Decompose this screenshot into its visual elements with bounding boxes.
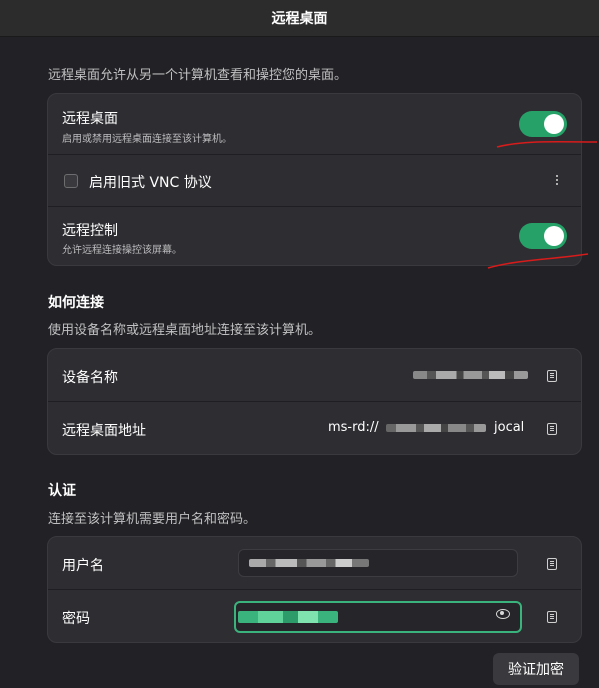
copy-icon[interactable] <box>547 370 557 382</box>
remote-desktop-card: 远程桌面 启用或禁用远程桌面连接至该计算机。 启用旧式 VNC 协议 远程控制 … <box>47 93 582 266</box>
authentication-heading: 认证 <box>48 483 76 499</box>
how-to-connect-heading: 如何连接 <box>48 295 104 311</box>
more-options-icon[interactable] <box>555 175 559 185</box>
copy-icon[interactable] <box>547 423 557 435</box>
connection-info-card: 设备名称 远程桌面地址 ms-rd:// jocal <box>47 348 582 455</box>
address-row: 远程桌面地址 ms-rd:// jocal <box>48 401 581 454</box>
window-title: 远程桌面 <box>271 11 328 27</box>
remote-desktop-subtitle: 启用或禁用远程桌面连接至该计算机。 <box>62 134 232 145</box>
remote-control-row: 远程控制 允许远程连接操控该屏幕。 <box>48 206 581 265</box>
username-input[interactable] <box>238 549 518 577</box>
redacted-username <box>249 559 369 567</box>
legacy-vnc-label: 启用旧式 VNC 协议 <box>89 175 212 191</box>
redacted-device-name <box>413 371 528 379</box>
show-password-icon[interactable] <box>496 609 510 619</box>
device-name-row: 设备名称 <box>48 349 581 401</box>
address-value-suffix: jocal <box>494 420 525 435</box>
address-value-prefix: ms-rd:// <box>328 420 379 435</box>
password-input[interactable] <box>234 601 522 633</box>
intro-description: 远程桌面允许从另一个计算机查看和操控您的桌面。 <box>48 68 348 83</box>
remote-control-label: 远程控制 <box>62 223 118 239</box>
device-name-label: 设备名称 <box>62 370 118 386</box>
legacy-vnc-row[interactable]: 启用旧式 VNC 协议 <box>48 154 581 206</box>
authentication-card: 用户名 密码 <box>47 536 582 643</box>
copy-icon[interactable] <box>547 558 557 570</box>
legacy-vnc-checkbox[interactable] <box>64 174 78 188</box>
remote-control-toggle[interactable] <box>519 223 567 249</box>
username-row: 用户名 <box>48 537 581 589</box>
toggle-knob <box>544 114 564 134</box>
verify-encryption-button[interactable]: 验证加密 <box>493 653 579 685</box>
how-to-connect-description: 使用设备名称或远程桌面地址连接至该计算机。 <box>48 323 322 338</box>
toggle-knob <box>544 226 564 246</box>
redacted-password <box>238 611 338 623</box>
address-label: 远程桌面地址 <box>62 423 146 439</box>
redacted-address <box>386 424 486 432</box>
password-row: 密码 <box>48 589 581 642</box>
password-label: 密码 <box>62 611 90 627</box>
remote-control-subtitle: 允许远程连接操控该屏幕。 <box>62 245 182 256</box>
authentication-description: 连接至该计算机需要用户名和密码。 <box>48 512 257 527</box>
remote-desktop-label: 远程桌面 <box>62 111 118 127</box>
copy-icon[interactable] <box>547 611 557 623</box>
title-bar: 远程桌面 <box>0 0 599 37</box>
username-label: 用户名 <box>62 558 104 574</box>
remote-desktop-row: 远程桌面 启用或禁用远程桌面连接至该计算机。 <box>48 94 581 154</box>
remote-desktop-toggle[interactable] <box>519 111 567 137</box>
